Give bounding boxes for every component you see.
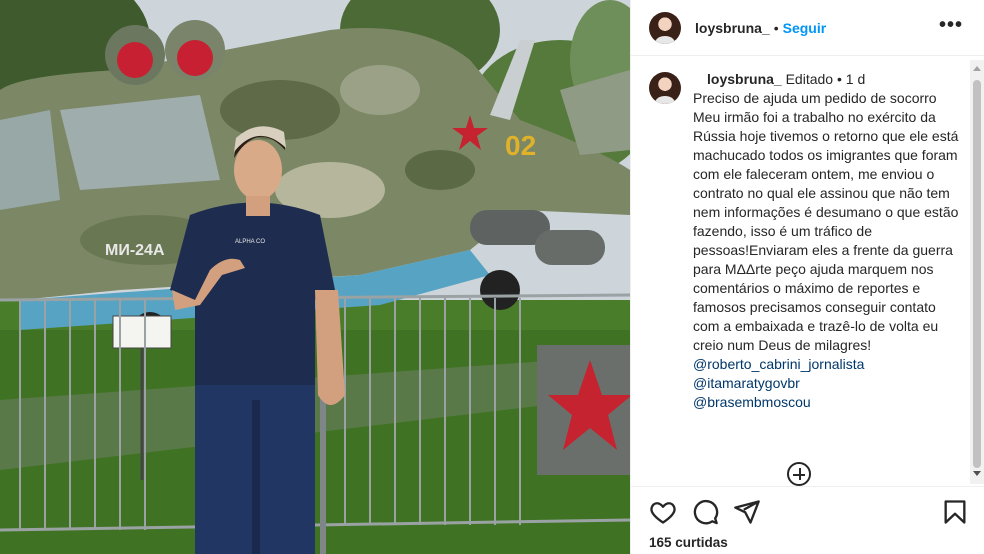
shirt-text: ALPHA CO	[235, 239, 265, 245]
caption-avatar[interactable]	[649, 72, 681, 104]
scroll-down-arrow-icon[interactable]	[973, 471, 981, 476]
mention-link[interactable]: @roberto_cabrini_jornalista	[693, 355, 961, 374]
scrollbar-thumb[interactable]	[973, 80, 981, 468]
separator-dot: •	[773, 19, 779, 36]
comment-bubble-icon[interactable]	[691, 498, 719, 526]
likes-count[interactable]: 165 curtidas	[649, 535, 728, 550]
bookmark-icon[interactable]	[941, 498, 969, 526]
caption-username[interactable]: loysbruna_	[707, 71, 782, 87]
heart-icon[interactable]	[649, 498, 677, 526]
author-username[interactable]: loysbruna_	[695, 20, 770, 36]
paper-plane-icon[interactable]	[733, 498, 761, 526]
post-actions: 165 curtidas	[631, 486, 984, 554]
caption-message: Preciso de ajuda um pedido de socorro Me…	[693, 90, 959, 353]
mention-link[interactable]: @brasembmoscou	[693, 393, 961, 412]
instagram-post-window: 02 МИ-24А ALPHA CO loysbruna_ • Seguir •…	[0, 0, 984, 554]
comments-scrollbar[interactable]	[970, 60, 984, 484]
tail-number: 02	[505, 130, 536, 161]
photo-illustration: 02 МИ-24А ALPHA CO	[0, 0, 630, 554]
post-sidebar: loysbruna_ • Seguir ••• loysbruna_ Edita…	[630, 0, 984, 554]
comments-area: loysbruna_ Editado • 1 d Preciso de ajud…	[631, 60, 984, 486]
add-circle-icon[interactable]	[787, 462, 811, 486]
post-header: loysbruna_ • Seguir •••	[631, 0, 984, 56]
caption-text: loysbruna_ Editado • 1 d Preciso de ajud…	[693, 70, 961, 355]
helicopter-label: МИ-24А	[105, 242, 165, 259]
edited-label: Editado	[785, 71, 834, 87]
scroll-up-arrow-icon[interactable]	[973, 66, 981, 71]
more-options-icon[interactable]: •••	[939, 14, 963, 37]
author-avatar[interactable]	[649, 11, 681, 44]
caption-separator: •	[836, 71, 842, 87]
caption-body: loysbruna_ Editado • 1 d Preciso de ajud…	[693, 70, 961, 412]
mention-link[interactable]: @itamaratygovbr	[693, 374, 961, 393]
caption: loysbruna_ Editado • 1 d Preciso de ajud…	[649, 70, 969, 412]
caption-time[interactable]: 1 d	[846, 71, 865, 87]
post-photo[interactable]: 02 МИ-24А ALPHA CO	[0, 0, 630, 554]
follow-button[interactable]: Seguir	[783, 20, 827, 36]
